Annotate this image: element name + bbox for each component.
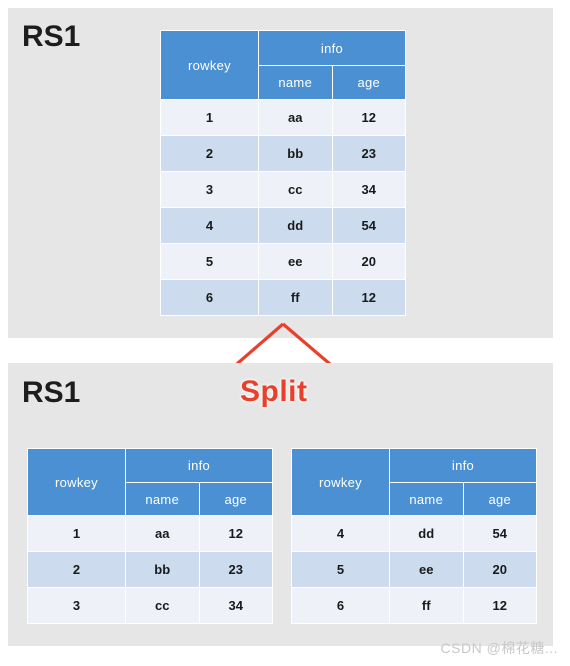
cell-age: 23 bbox=[199, 552, 272, 587]
cell-rowkey: 1 bbox=[161, 100, 258, 135]
watermark-text: CSDN @棉花糖... bbox=[440, 640, 558, 656]
cell-rowkey: 5 bbox=[292, 552, 389, 587]
cell-age: 54 bbox=[332, 208, 405, 243]
cell-rowkey: 3 bbox=[161, 172, 258, 207]
cell-rowkey: 2 bbox=[161, 136, 258, 171]
cell-name: bb bbox=[259, 136, 332, 171]
header-cell-rowkey: rowkey bbox=[292, 449, 389, 515]
header-cell-info: info bbox=[126, 449, 272, 482]
cell-rowkey: 2 bbox=[28, 552, 125, 587]
cell-name: ee bbox=[390, 552, 463, 587]
cell-name: dd bbox=[259, 208, 332, 243]
cell-age: 23 bbox=[332, 136, 405, 171]
table-row: 2 bb 23 bbox=[28, 552, 272, 587]
cell-name: aa bbox=[259, 100, 332, 135]
cell-name: ff bbox=[259, 280, 332, 315]
cell-age: 12 bbox=[332, 100, 405, 135]
header-cell-age: age bbox=[332, 66, 405, 99]
table-row: 6 ff 12 bbox=[292, 588, 536, 623]
table-header-row-1: rowkey info bbox=[28, 449, 272, 515]
cell-name: cc bbox=[259, 172, 332, 207]
cell-age: 12 bbox=[199, 516, 272, 551]
cell-name: bb bbox=[126, 552, 199, 587]
table-row: 4 dd 54 bbox=[292, 516, 536, 551]
table-split-region-left: rowkey info name age 1 aa 12 2 bb 23 3 c… bbox=[27, 448, 273, 624]
table-row: 5 ee 20 bbox=[292, 552, 536, 587]
table-row: 5 ee 20 bbox=[161, 244, 405, 279]
table-row: 3 cc 34 bbox=[28, 588, 272, 623]
cell-age: 34 bbox=[199, 588, 272, 623]
cell-rowkey: 6 bbox=[292, 588, 389, 623]
header-cell-info: info bbox=[259, 31, 405, 65]
cell-name: dd bbox=[390, 516, 463, 551]
cell-name: ff bbox=[390, 588, 463, 623]
cell-rowkey: 4 bbox=[292, 516, 389, 551]
table-row: 1 aa 12 bbox=[28, 516, 272, 551]
header-cell-age: age bbox=[463, 483, 536, 515]
cell-age: 34 bbox=[332, 172, 405, 207]
cell-age: 20 bbox=[332, 244, 405, 279]
header-cell-name: name bbox=[126, 483, 199, 515]
cell-age: 54 bbox=[463, 516, 536, 551]
header-cell-name: name bbox=[390, 483, 463, 515]
cell-age: 12 bbox=[463, 588, 536, 623]
cell-rowkey: 1 bbox=[28, 516, 125, 551]
header-cell-info: info bbox=[390, 449, 536, 482]
cell-rowkey: 5 bbox=[161, 244, 258, 279]
table-split-region-right: rowkey info name age 4 dd 54 5 ee 20 6 f… bbox=[291, 448, 537, 624]
header-cell-rowkey: rowkey bbox=[161, 31, 258, 99]
cell-name: ee bbox=[259, 244, 332, 279]
table-row: 4 dd 54 bbox=[161, 208, 405, 243]
region-server-label-top: RS1 bbox=[22, 20, 81, 53]
cell-name: cc bbox=[126, 588, 199, 623]
table-row: 2 bb 23 bbox=[161, 136, 405, 171]
cell-rowkey: 6 bbox=[161, 280, 258, 315]
split-operation-label: Split bbox=[240, 375, 308, 408]
table-original-region: rowkey info name age 1 aa 12 2 bb 23 3 c… bbox=[160, 30, 406, 316]
cell-age: 20 bbox=[463, 552, 536, 587]
table-header-row-1: rowkey info bbox=[161, 31, 405, 99]
header-cell-rowkey: rowkey bbox=[28, 449, 125, 515]
table-row: 3 cc 34 bbox=[161, 172, 405, 207]
region-server-label-bottom: RS1 bbox=[22, 376, 81, 409]
table-row: 1 aa 12 bbox=[161, 100, 405, 135]
cell-rowkey: 4 bbox=[161, 208, 258, 243]
header-cell-age: age bbox=[199, 483, 272, 515]
table-header-row-1: rowkey info bbox=[292, 449, 536, 515]
table-row: 6 ff 12 bbox=[161, 280, 405, 315]
cell-name: aa bbox=[126, 516, 199, 551]
header-cell-name: name bbox=[259, 66, 332, 99]
cell-age: 12 bbox=[332, 280, 405, 315]
cell-rowkey: 3 bbox=[28, 588, 125, 623]
